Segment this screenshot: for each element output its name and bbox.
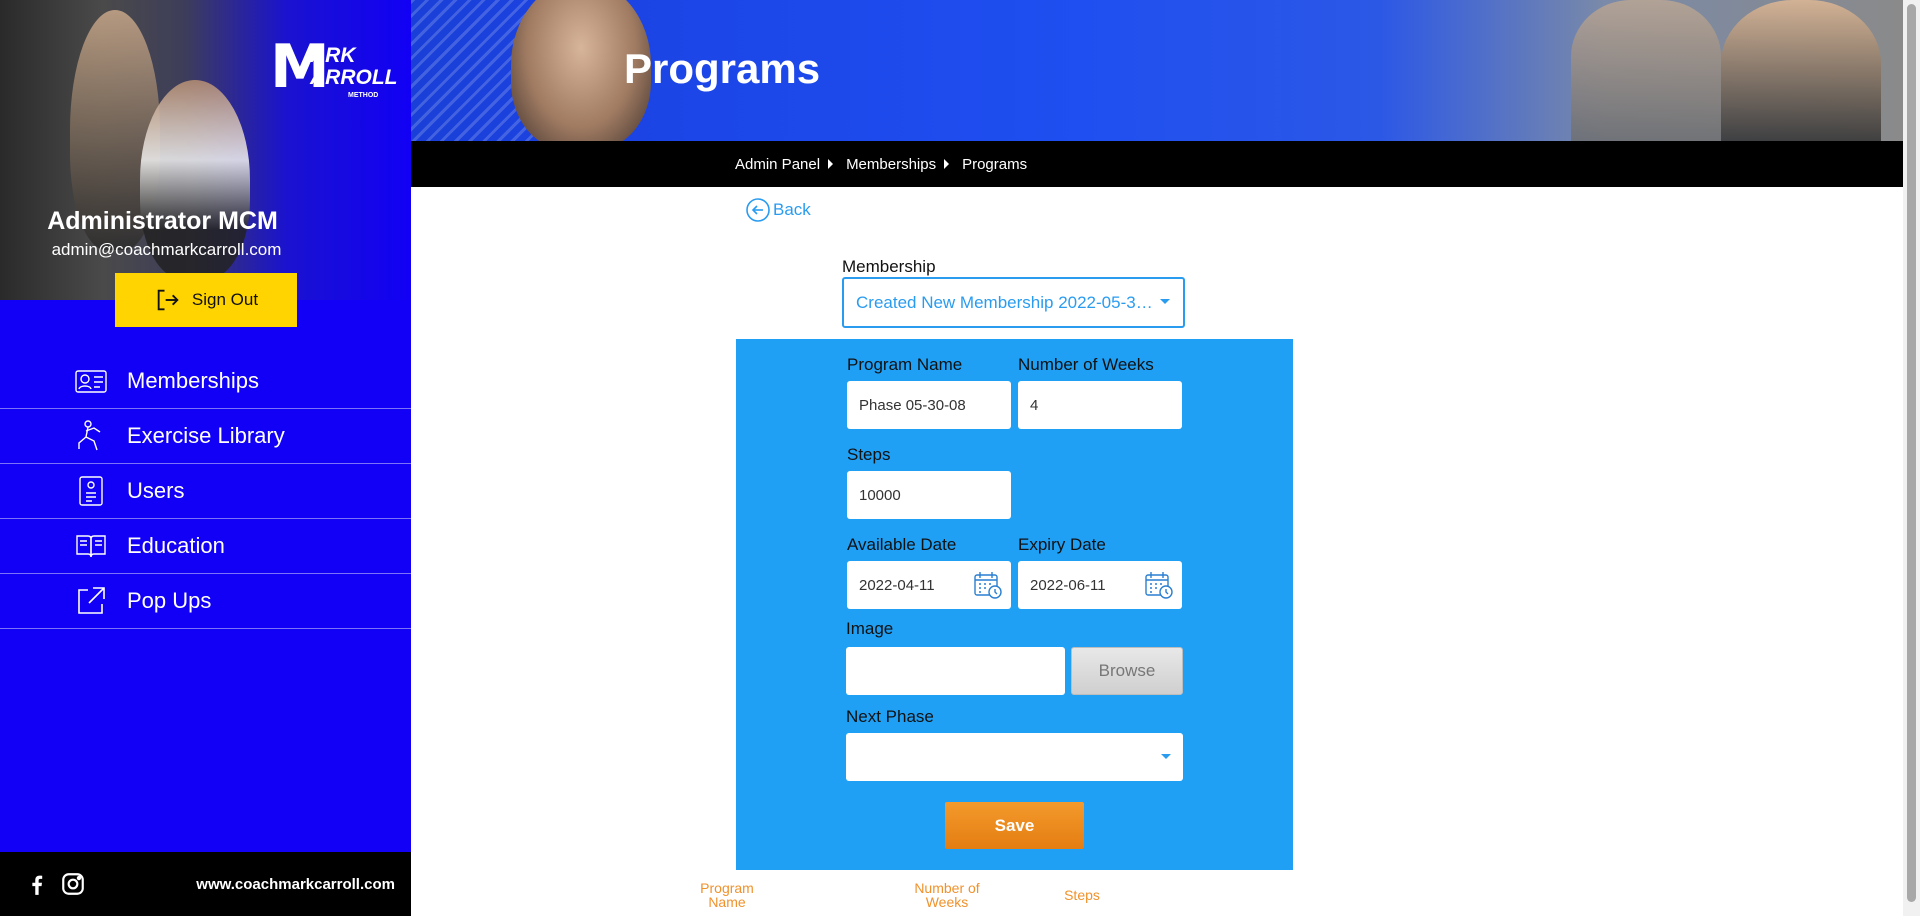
page-header-banner: Programs	[411, 0, 1903, 141]
admin-name: Administrator MCM	[47, 207, 278, 235]
header-photo-man	[1571, 0, 1721, 141]
sidebar-nav: Memberships Exercise Library Users Educa…	[0, 354, 411, 629]
sidebar-item-memberships[interactable]: Memberships	[0, 354, 411, 409]
breadcrumb: Admin Panel Memberships Programs	[411, 141, 1903, 187]
calendar-icon[interactable]	[973, 570, 1003, 600]
steps-input[interactable]: 10000	[847, 471, 1011, 519]
weeks-label: Number of Weeks	[1018, 355, 1154, 374]
sidebar-item-label: Exercise Library	[127, 423, 285, 448]
breadcrumb-admin-panel[interactable]: Admin Panel	[735, 156, 820, 173]
program-form: Program Name Phase 05-30-08 Number of We…	[736, 339, 1293, 870]
book-icon	[73, 528, 109, 564]
expiry-date-label: Expiry Date	[1018, 535, 1106, 554]
next-phase-label: Next Phase	[846, 707, 934, 726]
column-header-program-name[interactable]: Program Name	[688, 881, 766, 909]
column-header-steps[interactable]: Steps	[1052, 888, 1112, 902]
sidebar-item-exercise-library[interactable]: Exercise Library	[0, 409, 411, 464]
brand-logo[interactable]: M ARK ARROLL METHOD	[270, 32, 398, 102]
breadcrumb-memberships[interactable]: Memberships	[846, 156, 936, 173]
admin-email: admin@coachmarkcarroll.com	[51, 240, 282, 259]
sign-out-button[interactable]: Sign Out	[115, 273, 297, 327]
back-button[interactable]: Back	[745, 197, 811, 223]
breadcrumb-programs: Programs	[962, 155, 1028, 173]
scrollbar-thumb[interactable]	[1907, 4, 1916, 902]
social-links	[24, 871, 86, 897]
instagram-icon[interactable]	[60, 871, 86, 897]
sidebar-item-users[interactable]: Users	[0, 464, 411, 519]
page-title: Programs	[624, 45, 821, 92]
membership-label: Membership	[842, 257, 936, 276]
facebook-icon[interactable]	[24, 871, 50, 897]
back-label: Back	[773, 200, 811, 219]
breadcrumb-separator-icon	[828, 159, 834, 169]
steps-label: Steps	[847, 445, 891, 464]
sidebar-footer: www.coachmarkcarroll.com	[0, 852, 411, 916]
program-name-label: Program Name	[847, 355, 963, 374]
chevron-down-icon	[1161, 754, 1171, 759]
available-date-label: Available Date	[847, 535, 957, 554]
chevron-down-icon	[1160, 299, 1170, 304]
sidebar-item-label: Education	[127, 533, 225, 558]
logo-line3: METHOD	[348, 92, 379, 99]
back-arrow-icon	[746, 198, 770, 222]
image-file-input[interactable]	[846, 647, 1065, 695]
external-link-icon	[73, 583, 109, 619]
sidebar-item-label: Pop Ups	[127, 588, 212, 613]
column-header-weeks[interactable]: Number of Weeks	[908, 881, 986, 909]
calendar-icon[interactable]	[1144, 570, 1174, 600]
users-icon	[73, 473, 109, 509]
page-scrollbar[interactable]	[1903, 0, 1920, 916]
sidebar-item-pop-ups[interactable]: Pop Ups	[0, 574, 411, 629]
browse-button[interactable]: Browse	[1071, 647, 1183, 695]
membership-card-icon	[73, 363, 109, 399]
sign-out-icon	[157, 289, 179, 311]
sign-out-label: Sign Out	[191, 290, 259, 309]
header-photo-woman	[1721, 0, 1881, 141]
next-phase-select[interactable]	[846, 733, 1183, 781]
sidebar-item-label: Memberships	[127, 368, 260, 393]
weeks-input[interactable]: 4	[1018, 381, 1182, 429]
logo-line1: ARK	[310, 44, 356, 67]
logo-line2: ARROLL	[310, 66, 398, 89]
expiry-date-input[interactable]: 2022-06-11	[1018, 561, 1182, 609]
sidebar-item-education[interactable]: Education	[0, 519, 411, 574]
image-label: Image	[846, 619, 894, 638]
program-name-input[interactable]: Phase 05-30-08	[847, 381, 1011, 429]
site-url-link[interactable]: www.coachmarkcarroll.com	[196, 876, 395, 893]
membership-select[interactable]: Created New Membership 2022-05-30 08:42:…	[842, 277, 1185, 328]
expiry-date-value: 2022-06-11	[1030, 576, 1106, 594]
membership-selected-value: Created New Membership 2022-05-30 08:42:…	[856, 292, 1156, 312]
sidebar: M ARK ARROLL METHOD Administrator MCM ad…	[0, 0, 411, 916]
available-date-value: 2022-04-11	[859, 576, 935, 594]
breadcrumb-separator-icon	[944, 159, 950, 169]
available-date-input[interactable]: 2022-04-11	[847, 561, 1011, 609]
sidebar-item-label: Users	[127, 478, 185, 503]
exercise-icon	[73, 418, 109, 454]
save-button[interactable]: Save	[945, 802, 1084, 849]
